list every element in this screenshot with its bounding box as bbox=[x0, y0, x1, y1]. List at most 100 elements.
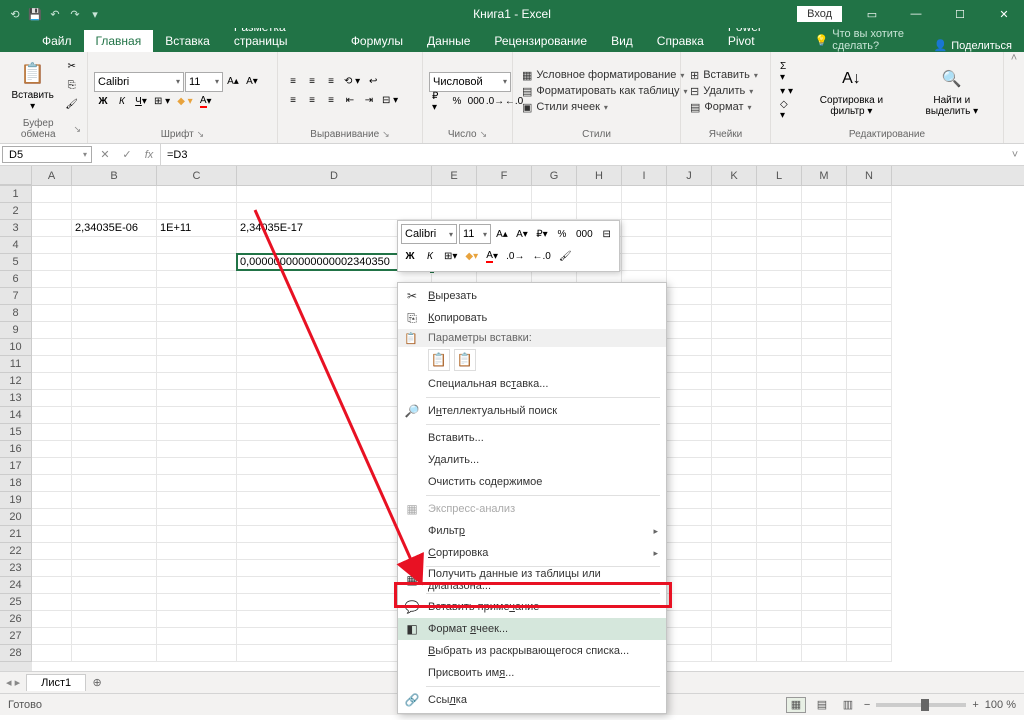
col-header-E[interactable]: E bbox=[432, 166, 477, 185]
row-header-18[interactable]: 18 bbox=[0, 475, 32, 492]
row-header-10[interactable]: 10 bbox=[0, 339, 32, 356]
ctx-format-cells[interactable]: ◧Формат ячеек... bbox=[398, 618, 666, 640]
cells-insert[interactable]: ⊞ Вставить▾ bbox=[687, 68, 761, 83]
ribbon-options-icon[interactable]: ▭ bbox=[852, 0, 892, 28]
currency-icon[interactable]: ₽ ▾ bbox=[429, 93, 447, 111]
ctx-define-name[interactable]: Присвоить имя... bbox=[398, 662, 666, 684]
find-select-button[interactable]: 🔍 Найти и выделить ▾ bbox=[907, 63, 997, 119]
ctx-smart-lookup[interactable]: 🔎Интеллектуальный поиск bbox=[398, 400, 666, 422]
col-header-M[interactable]: M bbox=[802, 166, 847, 185]
decrease-indent-icon[interactable]: ⇤ bbox=[341, 92, 359, 110]
cell-B3[interactable]: 2,34035E-06 bbox=[72, 220, 157, 237]
mini-size-combo[interactable]: 11▾ bbox=[459, 224, 491, 244]
cancel-formula-icon[interactable]: ✕ bbox=[94, 148, 116, 161]
enter-formula-icon[interactable]: ✓ bbox=[116, 148, 138, 161]
row-header-22[interactable]: 22 bbox=[0, 543, 32, 560]
row-header-3[interactable]: 3 bbox=[0, 220, 32, 237]
col-header-H[interactable]: H bbox=[577, 166, 622, 185]
sort-filter-button[interactable]: A↓ Сортировка и фильтр ▾ bbox=[799, 63, 903, 119]
percent-icon[interactable]: % bbox=[448, 93, 466, 111]
col-header-C[interactable]: C bbox=[157, 166, 237, 185]
mini-currency-icon[interactable]: ₽▾ bbox=[533, 224, 551, 244]
row-header-25[interactable]: 25 bbox=[0, 594, 32, 611]
col-header-N[interactable]: N bbox=[847, 166, 892, 185]
col-header-G[interactable]: G bbox=[532, 166, 577, 185]
col-header-D[interactable]: D bbox=[237, 166, 432, 185]
row-header-5[interactable]: 5 bbox=[0, 254, 32, 271]
tab-view[interactable]: Вид bbox=[599, 30, 645, 52]
ctx-get-data[interactable]: ▦Получить данные из таблицы или диапазон… bbox=[398, 569, 666, 591]
zoom-out-icon[interactable]: − bbox=[864, 699, 870, 711]
row-header-19[interactable]: 19 bbox=[0, 492, 32, 509]
row-header-28[interactable]: 28 bbox=[0, 645, 32, 662]
align-bottom-icon[interactable]: ≡ bbox=[322, 73, 340, 91]
redo-icon[interactable]: ↷ bbox=[68, 7, 82, 21]
mini-increase-font-icon[interactable]: A▴ bbox=[493, 224, 511, 244]
name-box[interactable]: D5▾ bbox=[2, 146, 92, 163]
mini-decimal-dec-icon[interactable]: ←.0 bbox=[529, 246, 553, 266]
paste-option-2-icon[interactable]: 📋 bbox=[454, 349, 476, 371]
format-painter-icon[interactable]: 🖌 bbox=[62, 96, 81, 114]
autosum-icon[interactable]: Σ ▾ bbox=[777, 63, 796, 81]
tab-file[interactable]: Файл bbox=[30, 30, 84, 52]
row-header-11[interactable]: 11 bbox=[0, 356, 32, 373]
row-header-12[interactable]: 12 bbox=[0, 373, 32, 390]
zoom-slider[interactable] bbox=[876, 703, 966, 707]
bold-button[interactable]: Ж bbox=[94, 93, 112, 111]
align-launcher-icon[interactable]: ↘ bbox=[382, 129, 390, 140]
mini-border-icon[interactable]: ⊞▾ bbox=[441, 246, 460, 266]
row-header-27[interactable]: 27 bbox=[0, 628, 32, 645]
maximize-button[interactable]: ☐ bbox=[940, 0, 980, 28]
col-header-A[interactable]: A bbox=[32, 166, 72, 185]
close-button[interactable]: ✕ bbox=[984, 0, 1024, 28]
zoom-level[interactable]: 100 % bbox=[985, 699, 1016, 711]
zoom-in-icon[interactable]: + bbox=[972, 699, 978, 711]
align-top-icon[interactable]: ≡ bbox=[284, 73, 302, 91]
ctx-insert-comment[interactable]: 💬Вставить примечание bbox=[398, 596, 666, 618]
comma-icon[interactable]: 000 bbox=[467, 93, 485, 111]
row-header-14[interactable]: 14 bbox=[0, 407, 32, 424]
italic-button[interactable]: К bbox=[113, 93, 131, 111]
mini-fontcolor-icon[interactable]: А▾ bbox=[483, 246, 501, 266]
ctx-link[interactable]: 🔗Ссылка bbox=[398, 689, 666, 711]
mini-decrease-font-icon[interactable]: A▾ bbox=[513, 224, 531, 244]
ctx-cut[interactable]: ✂Вырезать bbox=[398, 285, 666, 307]
expand-formula-icon[interactable]: ˅ bbox=[1006, 144, 1024, 165]
tell-me[interactable]: 💡 Что вы хотите сделать? bbox=[815, 28, 934, 52]
view-page-break-icon[interactable]: ▥ bbox=[838, 697, 858, 713]
mini-font-combo[interactable]: Calibri▾ bbox=[401, 224, 457, 244]
mini-comma-icon[interactable]: 000 bbox=[573, 224, 596, 244]
paste-button[interactable]: 📋 Вставить ▾ bbox=[6, 58, 59, 114]
cell-C3[interactable]: 1E+11 bbox=[157, 220, 237, 237]
increase-indent-icon[interactable]: ⇥ bbox=[360, 92, 378, 110]
qat-customize-icon[interactable]: ▾ bbox=[88, 7, 102, 21]
row-header-23[interactable]: 23 bbox=[0, 560, 32, 577]
tab-review[interactable]: Рецензирование bbox=[482, 30, 599, 52]
undo-icon[interactable]: ↶ bbox=[48, 7, 62, 21]
col-header-L[interactable]: L bbox=[757, 166, 802, 185]
row-header-16[interactable]: 16 bbox=[0, 441, 32, 458]
font-color-button[interactable]: А ▾ bbox=[197, 93, 215, 111]
cut-icon[interactable]: ✂ bbox=[62, 58, 81, 76]
ctx-sort[interactable]: Сортировка▸ bbox=[398, 542, 666, 564]
row-header-6[interactable]: 6 bbox=[0, 271, 32, 288]
cells-delete[interactable]: ⊟ Удалить▾ bbox=[687, 84, 761, 99]
sheet-tab-1[interactable]: Лист1 bbox=[26, 674, 86, 691]
share-button[interactable]: 👤 Поделиться bbox=[934, 39, 1012, 52]
tab-data[interactable]: Данные bbox=[415, 30, 482, 52]
login-button[interactable]: Вход bbox=[797, 6, 842, 22]
formula-input[interactable]: =D3 bbox=[161, 144, 1006, 165]
mini-merge-icon[interactable]: ⊟ bbox=[598, 224, 616, 244]
ctx-clear[interactable]: Очистить содержимое bbox=[398, 471, 666, 493]
row-header-7[interactable]: 7 bbox=[0, 288, 32, 305]
decrease-font-icon[interactable]: A▾ bbox=[243, 73, 261, 91]
minimize-button[interactable]: — bbox=[896, 0, 936, 28]
increase-decimal-icon[interactable]: .0→ bbox=[486, 93, 504, 111]
row-header-15[interactable]: 15 bbox=[0, 424, 32, 441]
align-right-icon[interactable]: ≡ bbox=[322, 92, 340, 110]
ctx-paste-special[interactable]: Специальная вставка... bbox=[398, 373, 666, 395]
row-header-24[interactable]: 24 bbox=[0, 577, 32, 594]
row-header-9[interactable]: 9 bbox=[0, 322, 32, 339]
row-header-21[interactable]: 21 bbox=[0, 526, 32, 543]
fill-color-button[interactable]: ◆ ▾ bbox=[174, 93, 196, 111]
